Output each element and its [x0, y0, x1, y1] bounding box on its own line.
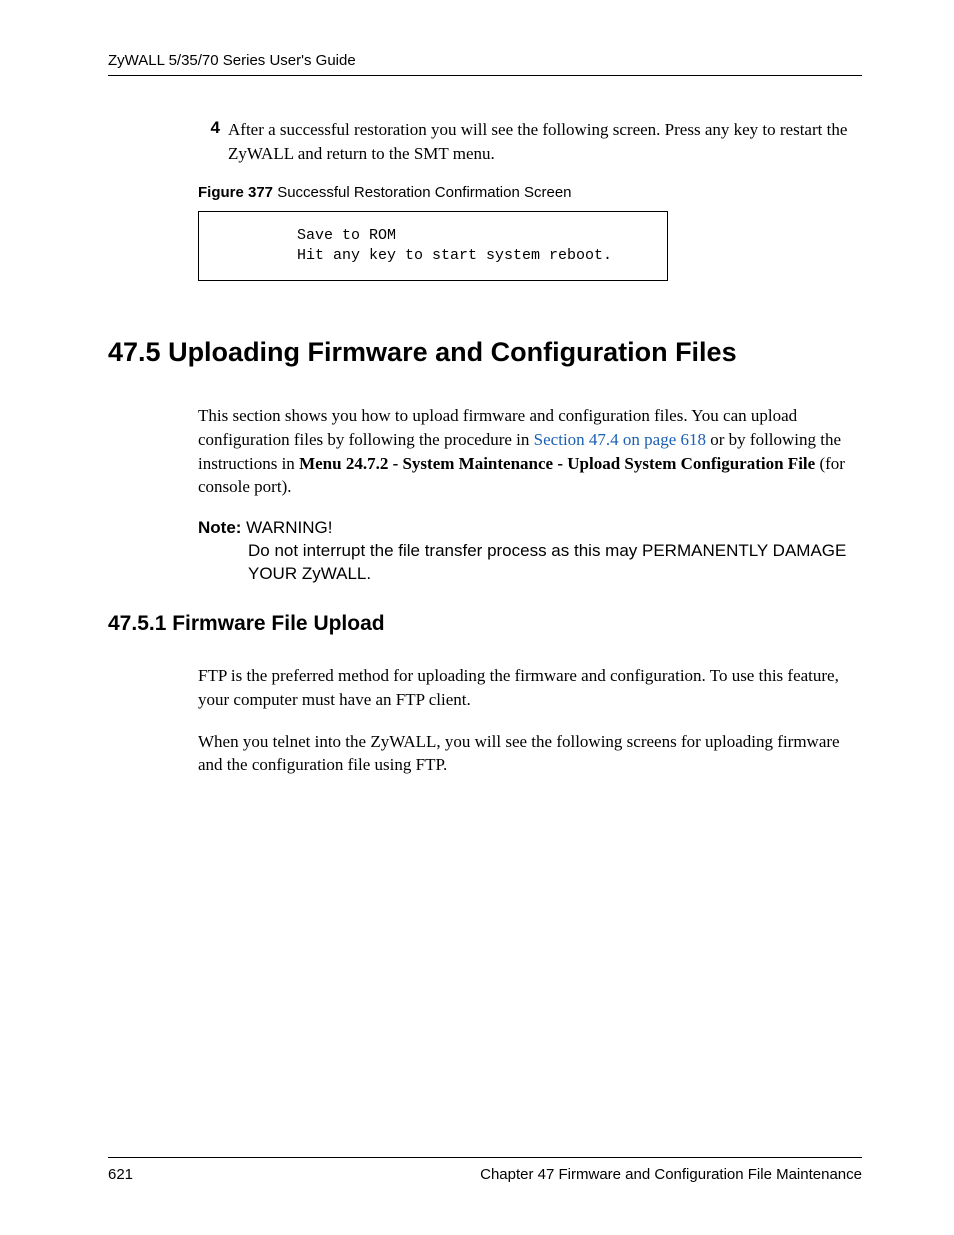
header-title: ZyWALL 5/35/70 Series User's Guide	[108, 52, 356, 69]
page-footer: 621 Chapter 47 Firmware and Configuratio…	[108, 1157, 862, 1183]
step-4-row: 4 After a successful restoration you wil…	[198, 118, 862, 166]
subsection-heading: 47.5.1 Firmware File Upload	[108, 612, 862, 636]
note-label: Note:	[198, 518, 246, 537]
terminal-line1: Save to ROM	[297, 227, 396, 244]
figure-label: Figure 377	[198, 184, 273, 201]
terminal-box: Save to ROM Hit any key to start system …	[198, 211, 668, 282]
subsection-title: Firmware File Upload	[166, 612, 384, 635]
section-title: Uploading Firmware and Configuration Fil…	[161, 337, 737, 367]
subsection-number: 47.5.1	[108, 612, 166, 635]
section-heading: 47.5 Uploading Firmware and Configuratio…	[108, 337, 862, 368]
section-paragraph: This section shows you how to upload fir…	[198, 404, 862, 499]
terminal-output: Save to ROM Hit any key to start system …	[227, 226, 639, 267]
step-text: After a successful restoration you will …	[228, 118, 862, 166]
note-body: Do not interrupt the file transfer proce…	[198, 540, 862, 586]
section-number: 47.5	[108, 337, 161, 367]
note-block: Note: WARNING! Do not interrupt the file…	[198, 517, 862, 586]
terminal-line2: Hit any key to start system reboot.	[297, 247, 612, 264]
step-number: 4	[198, 118, 220, 166]
figure-caption: Figure 377 Successful Restoration Confir…	[198, 184, 862, 201]
page-number: 621	[108, 1166, 133, 1183]
cross-reference-link[interactable]: Section 47.4 on page 618	[534, 430, 706, 449]
chapter-label: Chapter 47 Firmware and Configuration Fi…	[480, 1166, 862, 1183]
page-header: ZyWALL 5/35/70 Series User's Guide	[108, 52, 862, 76]
subsection-paragraph-2: When you telnet into the ZyWALL, you wil…	[198, 730, 862, 778]
note-warning: WARNING!	[246, 518, 332, 537]
figure-title: Successful Restoration Confirmation Scre…	[273, 184, 571, 201]
para-text-bold: Menu 24.7.2 - System Maintenance - Uploa…	[299, 454, 815, 473]
subsection-paragraph-1: FTP is the preferred method for uploadin…	[198, 664, 862, 712]
